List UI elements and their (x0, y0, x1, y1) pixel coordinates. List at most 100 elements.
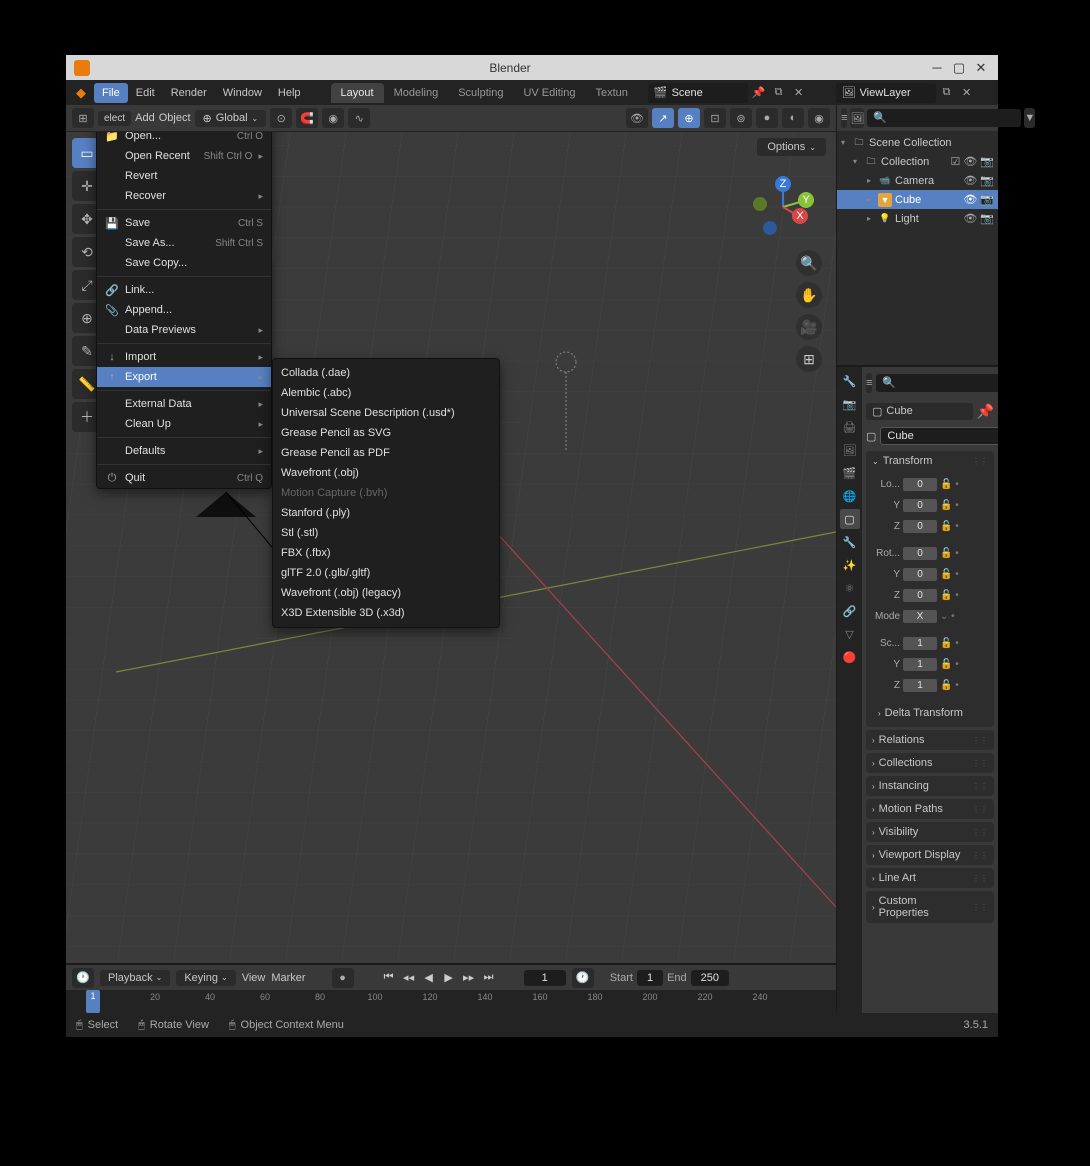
scale-x[interactable]: 1 (903, 637, 937, 650)
pin-icon[interactable]: 📌 (750, 84, 768, 102)
timeline-editor-icon[interactable]: 🕐 (72, 968, 94, 988)
scale-y[interactable]: 1 (903, 658, 937, 671)
prev-keyframe-icon[interactable]: ◂◂ (400, 969, 418, 987)
overlay-toggle-icon[interactable]: ⊕ (678, 108, 700, 128)
proportional-icon[interactable]: ◉ (322, 108, 344, 128)
panel-collections[interactable]: ›Collections⋮⋮ (866, 753, 994, 773)
file-menu-import[interactable]: ↓Import▸ (97, 347, 271, 367)
properties-editor-icon[interactable]: ≡ (866, 373, 872, 393)
tab-material[interactable]: 🔴 (840, 647, 860, 667)
visibility-icon[interactable]: 👁 (626, 108, 648, 128)
menu-file[interactable]: File (94, 83, 128, 103)
shading-wire-icon[interactable]: ⊚ (730, 108, 752, 128)
export-stl-stl-[interactable]: Stl (.stl) (273, 523, 499, 543)
tab-particles[interactable]: ✨ (840, 555, 860, 575)
keying-menu[interactable]: Keying⌄ (176, 970, 235, 986)
delete-icon[interactable]: ✕ (790, 84, 808, 102)
tab-uv-editing[interactable]: UV Editing (513, 83, 585, 103)
minimize-button[interactable]: ─ (928, 59, 946, 77)
pin-icon[interactable]: 📌 (977, 403, 994, 420)
close-button[interactable]: ✕ (972, 59, 990, 77)
view-menu[interactable]: View (242, 972, 266, 984)
rotation-x[interactable]: 0 (903, 547, 937, 560)
file-menu-open-[interactable]: 📁Open...Ctrl O (97, 132, 271, 146)
scene-name-input[interactable] (672, 87, 742, 99)
tab-sculpting[interactable]: Sculpting (448, 83, 513, 103)
collection-row[interactable]: ▾ 🗀 Collection ☑👁📷 (837, 152, 998, 171)
file-menu-link-[interactable]: 🔗Link... (97, 280, 271, 300)
shading-rendered-icon[interactable]: ◉ (808, 108, 830, 128)
scene-collection-row[interactable]: ▾ 🗀 Scene Collection (837, 133, 998, 152)
object-name-input[interactable] (880, 427, 998, 445)
file-menu-save[interactable]: 💾SaveCtrl S (97, 213, 271, 233)
checkbox-icon[interactable]: ☑ (950, 155, 960, 168)
filter-icon[interactable]: ▼ (1024, 108, 1035, 128)
export-grease-pencil-as-svg[interactable]: Grease Pencil as SVG (273, 423, 499, 443)
playhead[interactable]: 1 (86, 990, 100, 1013)
scene-selector[interactable]: 🎬 (648, 83, 748, 103)
export-wavefront-obj-[interactable]: Wavefront (.obj) (273, 463, 499, 483)
maximize-button[interactable]: ▢ (950, 59, 968, 77)
camera-icon[interactable]: 📷 (980, 155, 994, 168)
pan-icon[interactable]: ✋ (796, 282, 822, 308)
xray-icon[interactable]: ⊡ (704, 108, 726, 128)
file-menu-append-[interactable]: 📎Append... (97, 300, 271, 320)
zoom-icon[interactable]: 🔍 (796, 250, 822, 276)
disclosure-icon[interactable]: ▾ (841, 138, 849, 147)
panel-custom-properties[interactable]: ›Custom Properties⋮⋮ (866, 891, 994, 923)
scale-z[interactable]: 1 (903, 679, 937, 692)
panel-relations[interactable]: ›Relations⋮⋮ (866, 730, 994, 750)
location-y[interactable]: 0 (903, 499, 937, 512)
export-fbx-fbx-[interactable]: FBX (.fbx) (273, 543, 499, 563)
tab-modifiers[interactable]: 🔧 (840, 532, 860, 552)
pivot-icon[interactable]: ⊙ (270, 108, 292, 128)
export-collada-dae-[interactable]: Collada (.dae) (273, 363, 499, 383)
export-gltf-2-0-glb-gltf-[interactable]: glTF 2.0 (.glb/.gltf) (273, 563, 499, 583)
file-menu-quit[interactable]: ⏻QuitCtrl Q (97, 468, 271, 488)
outliner-item-light[interactable]: ▸💡Light👁📷 (837, 209, 998, 228)
playback-menu[interactable]: Playback⌄ (100, 970, 170, 986)
mode-label[interactable]: elect (98, 111, 131, 126)
rotation-mode[interactable]: X (903, 610, 937, 623)
blender-icon[interactable]: ◆ (70, 83, 92, 103)
export-wavefront-obj-legacy-[interactable]: Wavefront (.obj) (legacy) (273, 583, 499, 603)
data-path[interactable]: ▢ Cube (866, 403, 973, 420)
export-stanford-ply-[interactable]: Stanford (.ply) (273, 503, 499, 523)
panel-line-art[interactable]: ›Line Art⋮⋮ (866, 868, 994, 888)
menu-edit[interactable]: Edit (128, 83, 163, 103)
panel-header-transform[interactable]: ⌄Transform ⋮⋮ (866, 451, 994, 471)
curve-icon[interactable]: ∿ (348, 108, 370, 128)
shading-material-icon[interactable]: ◐ (782, 108, 804, 128)
tab-render[interactable]: 📷 (840, 394, 860, 414)
file-menu-data-previews[interactable]: Data Previews▸ (97, 320, 271, 340)
ortho-icon[interactable]: ⊞ (796, 346, 822, 372)
navigation-gizmo[interactable]: Z Y X (748, 172, 818, 242)
display-mode-icon[interactable]: 🖼 (850, 108, 864, 128)
export-universal-scene-description-usd-[interactable]: Universal Scene Description (.usd*) (273, 403, 499, 423)
viewlayer-selector[interactable]: 🖼 (836, 83, 936, 103)
file-menu-open-recent[interactable]: Open RecentShift Ctrl O▸ (97, 146, 271, 166)
location-z[interactable]: 0 (903, 520, 937, 533)
gizmo-toggle-icon[interactable]: ↗ (652, 108, 674, 128)
rotation-y[interactable]: 0 (903, 568, 937, 581)
outliner-search[interactable] (867, 109, 1021, 127)
file-menu-save-copy-[interactable]: Save Copy... (97, 253, 271, 273)
disclosure-icon[interactable]: ▾ (853, 157, 861, 166)
viewport-3d[interactable]: ▭ ✛ ✥ ⟲ ⤢ ⊕ ✎ 📏 ＋ Options ⌄ Z (66, 132, 836, 963)
file-menu-revert[interactable]: Revert (97, 166, 271, 186)
copy-icon[interactable]: ⧉ (770, 84, 788, 102)
panel-motion-paths[interactable]: ›Motion Paths⋮⋮ (866, 799, 994, 819)
outliner-item-camera[interactable]: ▸📹Camera👁📷 (837, 171, 998, 190)
panel-viewport-display[interactable]: ›Viewport Display⋮⋮ (866, 845, 994, 865)
location-x[interactable]: 0 (903, 478, 937, 491)
tab-scene[interactable]: 🎬 (840, 463, 860, 483)
delta-transform-header[interactable]: ›Delta Transform (872, 703, 988, 723)
outliner-item-cube[interactable]: ▸▼Cube👁📷 (837, 190, 998, 209)
jump-end-icon[interactable]: ⏭ (480, 969, 498, 987)
editor-type-icon[interactable]: ⊞ (72, 108, 94, 128)
tab-physics[interactable]: ⚛ (840, 578, 860, 598)
file-menu-export[interactable]: ↑Export▸ (97, 367, 271, 387)
file-menu-external-data[interactable]: External Data▸ (97, 394, 271, 414)
menu-window[interactable]: Window (215, 83, 270, 103)
preview-range-icon[interactable]: 🕐 (572, 968, 594, 988)
